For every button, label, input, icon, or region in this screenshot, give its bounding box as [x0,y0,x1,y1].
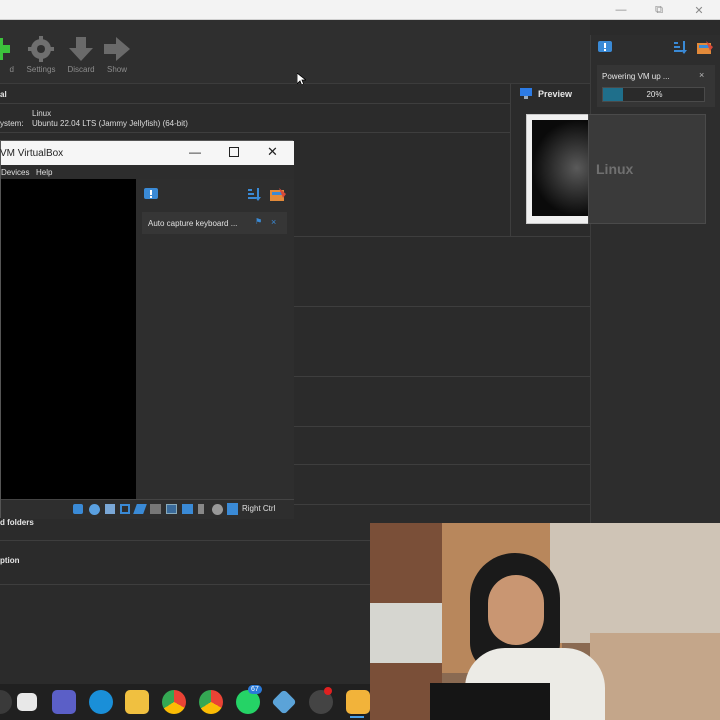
notification-text: Powering VM up ... [602,72,670,81]
chrome-icon[interactable] [162,690,186,714]
wardrobe-panel [370,603,442,663]
message-icon[interactable] [144,188,158,202]
bed [590,633,720,720]
obs-icon[interactable] [309,687,333,714]
message-icon[interactable] [598,41,612,55]
show-button[interactable]: Show [95,36,139,74]
vm-maximize-button[interactable] [229,147,239,157]
taskbar: 67 [0,684,370,720]
add-button[interactable]: d [0,36,16,74]
general-section-header[interactable]: al [0,90,7,99]
audio-icon[interactable] [105,504,115,514]
recording-dot-icon [324,687,332,695]
video-capture-icon[interactable] [182,504,193,514]
preview-overlay: Linux [588,114,706,224]
usb-icon[interactable] [133,504,147,514]
settings-button[interactable]: Settings [19,36,63,74]
os-value: Ubuntu 22.04 LTS (Jammy Jellyfish) (64-b… [32,119,188,128]
clear-notifications-icon[interactable] [697,41,713,55]
divider [0,103,510,104]
laptop [430,683,550,720]
sort-icon[interactable] [673,41,687,55]
virtualbox-manager-icon[interactable] [346,690,370,714]
os-label: ystem: [0,119,24,128]
chrome-profile-icon[interactable] [199,690,223,714]
preview-header[interactable]: Preview [515,86,590,102]
preview-screen-text: Linux [596,161,634,177]
active-app-indicator [350,716,364,718]
optical-drive-icon[interactable] [89,504,100,515]
vm-window-title: VM VirtualBox [0,148,64,159]
menu-devices[interactable]: Devices [1,168,29,177]
whatsapp-icon[interactable]: 67 [236,685,262,714]
notification-card: Auto capture keyboard ... ⚑ × [142,212,287,234]
preview-glow [532,120,588,216]
arrow-down-icon [69,37,93,61]
edge-icon[interactable] [89,690,113,714]
file-explorer-icon[interactable] [125,690,149,714]
menu-help[interactable]: Help [36,168,52,177]
description-section-header[interactable]: ption [0,556,20,565]
virtualbox-cube-icon[interactable] [271,689,297,715]
auto-capture-text: Auto capture keyboard ... [148,219,238,228]
vm-menubar: Devices Help [1,165,294,179]
host-key-label: Right Ctrl [242,504,276,513]
hard-disk-icon[interactable] [73,504,83,514]
clear-notifications-icon[interactable] [270,188,286,202]
close-icon[interactable]: × [699,70,704,80]
notification-center: Powering VM up ... × 20% [590,35,720,523]
person-face [488,575,544,645]
display-icon[interactable] [166,504,177,514]
close-icon[interactable]: × [271,217,276,227]
close-button[interactable]: ✕ [680,0,718,20]
vm-name-value: Linux [32,109,52,118]
shared-folders-section-header[interactable]: d folders [0,518,34,527]
curtain [550,523,720,643]
progress-bar: 20% [602,87,705,102]
vm-statusbar: Right Ctrl [1,499,294,519]
vm-close-button[interactable]: ✕ [267,144,278,160]
divider [0,132,510,133]
add-icon [0,38,10,60]
divider [510,84,511,236]
info-icon[interactable]: ⚑ [255,217,262,226]
notification-badge: 67 [248,685,262,694]
network-icon[interactable] [120,504,130,514]
monitor-icon [520,88,532,99]
webcam-overlay [370,523,720,720]
task-view-icon[interactable] [17,693,37,711]
minimize-button[interactable]: — [602,0,640,20]
vm-notification-center: Auto capture keyboard ... ⚑ × [136,179,294,499]
keyboard-capture-icon[interactable] [227,503,238,515]
search-icon[interactable] [0,690,12,714]
vm-window: VM VirtualBox — ✕ Devices Help Auto capt… [0,140,294,519]
arrow-right-icon [104,37,130,61]
usb-stick-icon[interactable] [198,504,204,514]
vm-minimize-button[interactable]: — [189,145,201,159]
cpu-icon[interactable] [212,504,223,515]
sort-icon[interactable] [247,188,261,202]
main-toolbar: d Settings Discard Show [0,20,590,87]
teams-icon[interactable] [52,690,76,714]
progress-label: 20% [646,90,663,99]
vm-display[interactable] [1,179,136,499]
vm-window-titlebar: VM VirtualBox — ✕ [0,141,294,165]
restore-button[interactable]: ⧉ [640,0,678,20]
gear-icon [28,36,54,62]
main-window-titlebar: — ⧉ ✕ [0,0,720,20]
notification-card: Powering VM up ... × 20% [597,65,715,107]
shared-folders-icon[interactable] [150,504,161,514]
